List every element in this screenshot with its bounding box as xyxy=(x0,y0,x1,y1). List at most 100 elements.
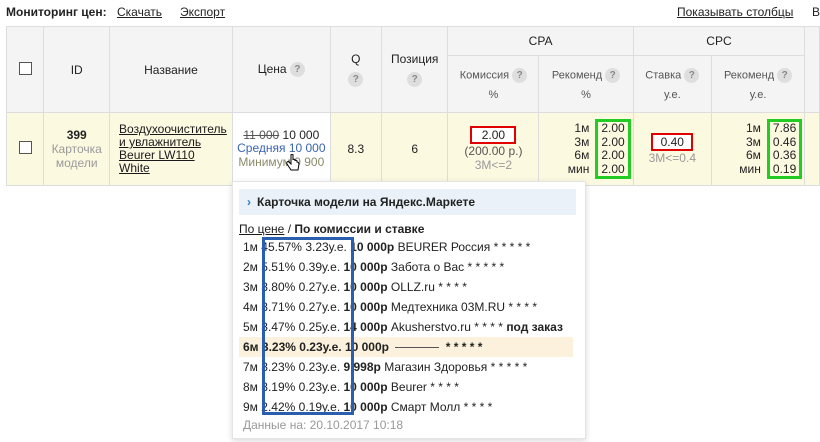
rec-cpa-period-4: мин xyxy=(567,161,590,176)
offer-stars: * * * * xyxy=(463,400,493,414)
price-help-icon[interactable]: ? xyxy=(289,62,305,78)
hand-cursor-icon xyxy=(286,154,300,171)
bid-help-icon[interactable]: ? xyxy=(684,67,700,83)
rec-cpa-value-4: 2.00 xyxy=(601,161,625,176)
offer-period: 3м xyxy=(243,280,258,294)
offer-stars: * * * * xyxy=(508,300,538,314)
table-row: 399 Карточка модели Воздухоочиститель и … xyxy=(5,112,820,186)
cpc-group-header: CPC xyxy=(632,26,806,56)
select-all-cell xyxy=(5,26,45,113)
price-old: 11 000 xyxy=(243,127,280,142)
top-bar: Мониторинг цен: Скачать Экспорт Показыва… xyxy=(0,0,820,22)
tab-by-commission[interactable]: По комиссии и ставке xyxy=(294,222,424,236)
offer-stars: * * * * * xyxy=(467,260,505,274)
row-price-cell[interactable]: 11 000 10 000 Средняя 10 000 Минимум 9 9… xyxy=(231,112,331,186)
rec-cpc-period-2: 3м xyxy=(745,134,761,149)
recommend-cpa-unit: % xyxy=(581,88,591,101)
show-columns-link[interactable]: Показывать столбцы xyxy=(677,5,793,19)
rec-cpa-period-1: 1м xyxy=(574,121,590,135)
col-position-label: Позиция xyxy=(390,51,439,66)
offer-shop: Смарт Молл xyxy=(390,400,461,414)
row-name-cell: Воздухоочиститель и увлажнитель Beurer L… xyxy=(109,112,233,186)
q-help-icon[interactable]: ? xyxy=(348,72,364,88)
offer-stars: * * * * * xyxy=(445,340,483,354)
rec-cpa-period-3: 6м xyxy=(574,148,590,162)
row-id-cell: 399 Карточка модели xyxy=(43,112,111,186)
recommend-cpc-unit: у.е. xyxy=(749,88,767,101)
row-clipped-cell xyxy=(804,112,820,186)
product-name-link[interactable]: Воздухоочиститель и увлажнитель Beurer L… xyxy=(119,122,227,175)
row-position-cell: 6 xyxy=(380,112,449,186)
offer-stars: * * * * * xyxy=(493,240,531,254)
offer-stars: * * * * xyxy=(438,280,467,294)
price-minimum: Минимум 9 900 xyxy=(238,154,325,169)
rec-cpa-value-3: 2.00 xyxy=(601,148,625,162)
row-recommend-cpa-cell: 1м 3м 6м мин 2.00 2.00 2.00 2.00 xyxy=(538,112,634,186)
clipped-column-header xyxy=(804,26,820,113)
rec-cpc-period-1: 1м xyxy=(745,121,761,135)
rec-cpa-period-2: 3м xyxy=(574,134,590,149)
col-name-label: Название xyxy=(144,62,198,77)
col-price-label: Цена xyxy=(257,61,287,76)
offer-shop: Магазин Здоровья xyxy=(384,360,488,374)
offer-shop: Akusherstvo.ru xyxy=(390,320,471,334)
col-recommend-cpa-label: Рекоменд xyxy=(551,68,603,81)
position-help-icon[interactable]: ? xyxy=(407,72,423,88)
row-recommend-cpc-cell: 1м 3м 6м мин 7.86 0.46 0.36 0.19 xyxy=(710,112,806,186)
col-id-header: ID xyxy=(43,26,111,113)
product-name-line-2: и увлажнитель xyxy=(119,135,202,149)
offer-period: 7м xyxy=(243,360,258,374)
rec-cpa-value-1: 2.00 xyxy=(601,121,625,135)
chevron-right-icon: › xyxy=(247,195,251,209)
offer-shop: Медтехника 03M.RU xyxy=(390,300,506,314)
col-q-label: Q xyxy=(351,51,361,66)
download-link[interactable]: Скачать xyxy=(117,5,162,19)
offer-period: 9м xyxy=(243,400,258,414)
clipped-link[interactable]: В xyxy=(812,5,820,19)
export-link[interactable]: Экспорт xyxy=(180,5,225,19)
recommend-cpa-help-icon[interactable]: ? xyxy=(605,67,621,83)
cpa-label: CPA xyxy=(528,34,553,48)
cpa-group-header: CPA xyxy=(447,26,634,56)
offer-shop: OLLZ.ru xyxy=(390,280,435,294)
price-monitoring-table: ID Название Цена ? Q ? Позиция ? CPA CPC… xyxy=(5,26,820,186)
offer-shop: Beurer xyxy=(390,380,427,394)
col-commission-header: Комиссия ? % xyxy=(447,55,540,113)
rec-cpa-value-2: 2.00 xyxy=(601,134,625,149)
tab-separator: / xyxy=(284,222,295,236)
row-checkbox[interactable] xyxy=(18,141,32,154)
row-q-cell: 8.3 xyxy=(329,112,382,186)
product-name-line-3: Beurer LW110 xyxy=(119,148,195,162)
col-recommend-cpc-header: Рекоменд ? у.е. xyxy=(710,55,806,113)
offer-period: 1м xyxy=(243,240,258,254)
tab-by-price[interactable]: По цене xyxy=(239,222,284,236)
col-commission-label: Комиссия xyxy=(459,68,510,81)
price-current: 10 000 xyxy=(282,127,320,142)
row-id-sub-1: Карточка xyxy=(51,142,102,156)
popup-tabs: По цене / По комиссии и ставке xyxy=(239,222,424,236)
col-bid-label: Ставка xyxy=(645,68,682,81)
commission-rub: (200.00 р.) xyxy=(464,144,523,158)
offer-extra: под заказ xyxy=(506,320,563,334)
offer-period: 8м xyxy=(243,380,258,394)
product-name-line-4: White xyxy=(119,161,150,175)
bid-input[interactable]: 0.40 xyxy=(651,133,694,151)
rec-cpc-period-4: мин xyxy=(739,161,761,176)
product-name-line-1: Воздухоочиститель xyxy=(119,122,227,136)
commission-help-icon[interactable]: ? xyxy=(512,67,528,83)
bid-unit: у.е. xyxy=(664,88,681,101)
row-select-cell xyxy=(5,112,45,186)
select-all-checkbox[interactable] xyxy=(18,61,32,75)
offer-shop: Забота о Вас xyxy=(390,260,465,274)
offer-period: 6м xyxy=(243,340,259,354)
col-price-header: Цена ? xyxy=(231,26,331,113)
recommend-cpc-help-icon[interactable]: ? xyxy=(777,67,793,83)
row-commission-cell: 2.00 (200.00 р.) 3М<=2 xyxy=(447,112,540,186)
commission-input[interactable]: 2.00 xyxy=(470,126,517,144)
popup-header[interactable]: › Карточка модели на Яндекс.Маркете xyxy=(239,189,576,215)
rec-cpc-values-box: 7.86 0.46 0.36 0.19 xyxy=(766,119,803,179)
redacted-shop-icon xyxy=(395,347,440,349)
rec-cpc-value-1: 7.86 xyxy=(772,121,797,135)
row-id: 399 xyxy=(66,128,87,142)
col-position-header: Позиция ? xyxy=(380,26,449,113)
